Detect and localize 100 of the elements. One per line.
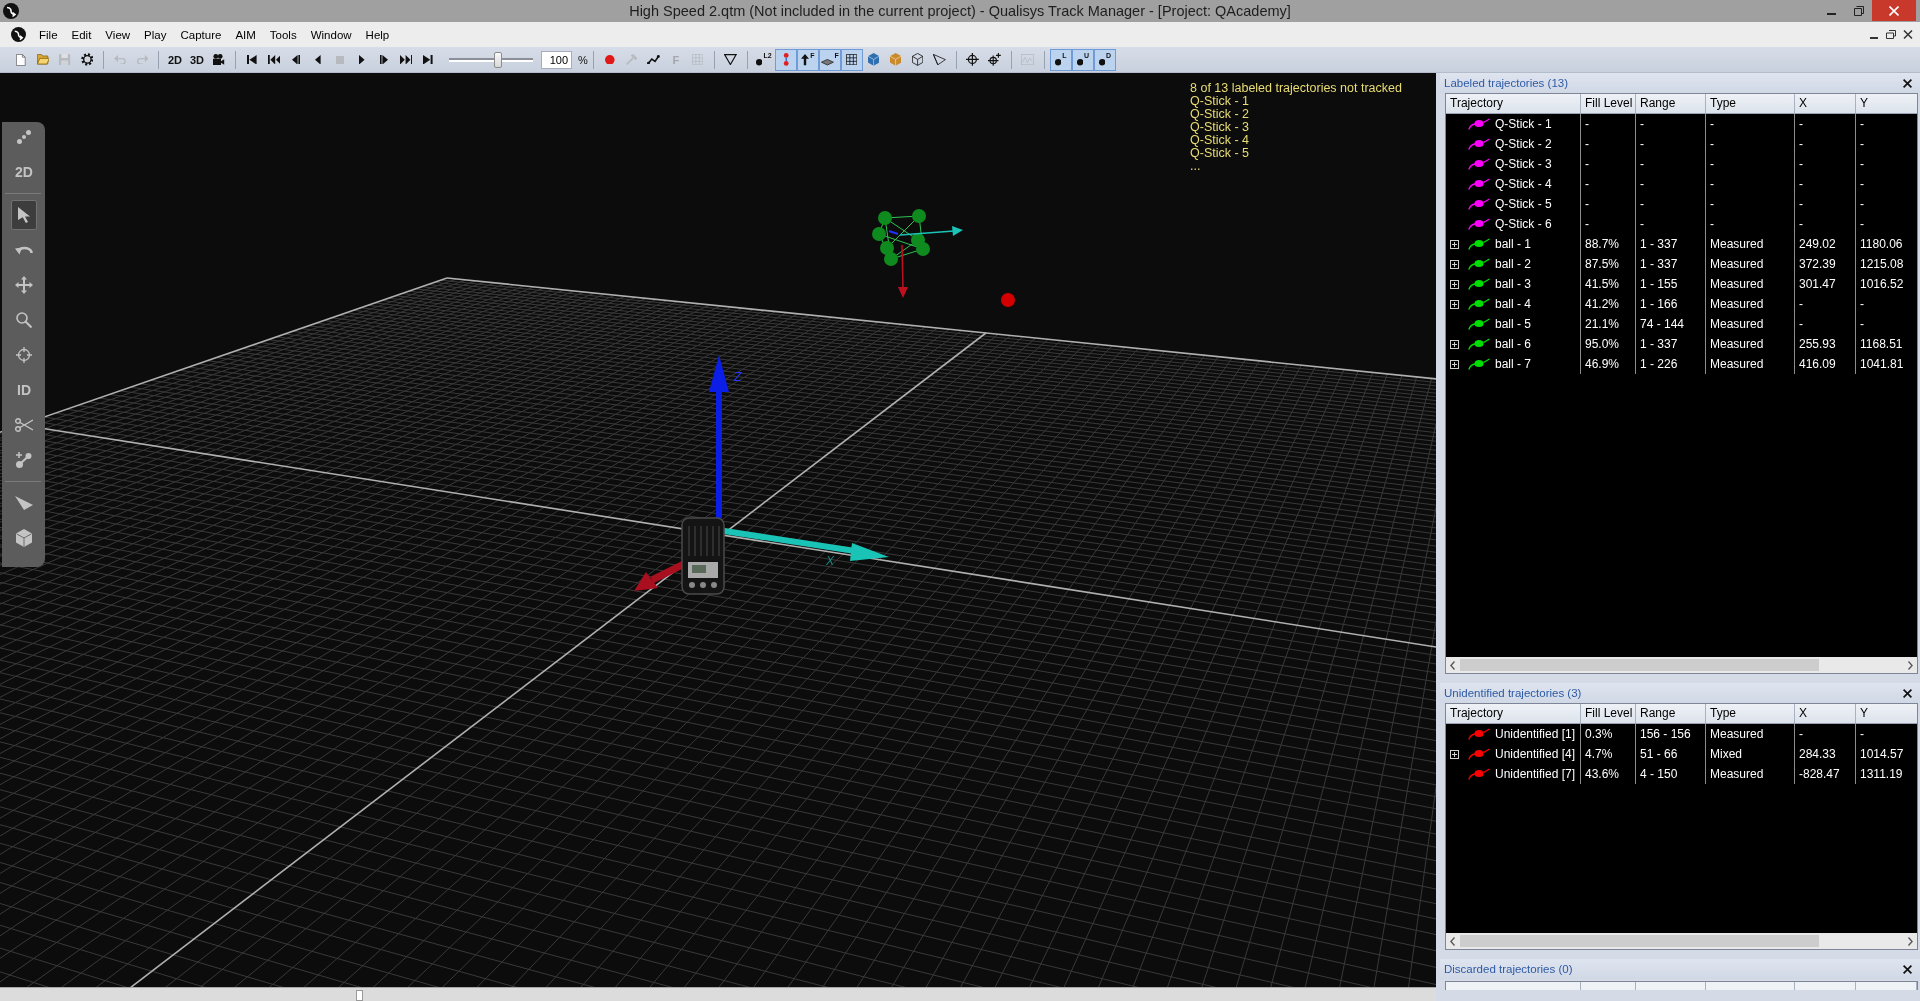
close-button[interactable] [1901, 686, 1914, 700]
column-header[interactable]: Y [1856, 94, 1917, 113]
pointer-button[interactable] [11, 200, 37, 230]
column-header[interactable]: X [1795, 704, 1856, 723]
scrollbar-thumb[interactable] [1460, 935, 1819, 947]
trajectory-name[interactable]: ball - 1 [1495, 234, 1532, 254]
table-cell: Measured [1706, 724, 1795, 744]
table-cell: 416.09 [1795, 354, 1856, 374]
menu-item[interactable]: Play [137, 28, 174, 41]
trajectory-name[interactable]: ball - 7 [1495, 354, 1532, 374]
redo-icon [135, 54, 149, 65]
trajectory-name[interactable]: Q-Stick - 4 [1495, 174, 1552, 194]
trajectory-name[interactable]: Q-Stick - 3 [1495, 154, 1552, 174]
close-button[interactable] [1901, 962, 1914, 976]
scrollbar-thumb[interactable] [1460, 659, 1819, 671]
expand-icon[interactable] [1450, 259, 1459, 269]
column-header[interactable]: Type [1706, 704, 1795, 723]
column-header[interactable]: Range [1636, 704, 1706, 723]
trajectory-name[interactable]: Unidentified [7] [1495, 764, 1576, 784]
restore-icon [1853, 5, 1864, 16]
marker-icon [1001, 293, 1015, 307]
table-cell: 1 - 166 [1636, 294, 1706, 314]
toolbar-button[interactable]: 3D [186, 48, 208, 71]
table-cell: 1 - 337 [1636, 254, 1706, 274]
magnifier-icon [16, 312, 32, 328]
slider-thumb[interactable] [493, 51, 502, 68]
timeline-thumb[interactable] [356, 990, 363, 1001]
expand-icon[interactable] [1450, 279, 1459, 289]
scrollbar[interactable] [1446, 933, 1917, 949]
trajectory-name[interactable]: ball - 4 [1495, 294, 1532, 314]
table-cell: 87.5% [1581, 254, 1636, 274]
menu-item[interactable]: Window [303, 28, 359, 41]
speed-field[interactable]: 100 [541, 50, 572, 69]
column-header[interactable]: Fill Level [1581, 94, 1636, 113]
timeline-track[interactable] [0, 987, 1436, 1001]
table-cell: Measured [1706, 274, 1795, 294]
video-camera-icon [213, 53, 225, 66]
toolbar-button[interactable]: 2D [164, 48, 186, 71]
tool-button[interactable]: ID [11, 375, 37, 405]
column-header[interactable]: Trajectory [1446, 704, 1581, 723]
column-header[interactable]: X [1795, 94, 1856, 113]
table-cell-text: - [1859, 136, 1865, 153]
trajectory-name[interactable]: Unidentified [4] [1495, 744, 1576, 764]
grid-button[interactable] [840, 48, 863, 71]
expand-icon[interactable] [1450, 339, 1459, 349]
column-header[interactable]: Y [1856, 704, 1917, 723]
menu-item[interactable]: AIM [228, 28, 263, 41]
tool-button[interactable]: 2D [11, 157, 37, 187]
table-cell-text: - [1859, 156, 1865, 173]
trajectory-name[interactable]: Q-Stick - 1 [1495, 114, 1552, 134]
column-header[interactable]: Trajectory [1446, 94, 1581, 113]
menu-item[interactable]: Help [358, 28, 397, 41]
trajectory-name[interactable]: Q-Stick - 6 [1495, 214, 1552, 234]
marker-pair-button[interactable] [774, 48, 797, 71]
menu-item[interactable]: View [98, 28, 138, 41]
table-cell: Mixed [1706, 744, 1795, 764]
expand-icon[interactable] [1450, 359, 1459, 369]
scrollbar[interactable] [1446, 657, 1917, 673]
close-icon [1903, 964, 1912, 974]
menu-item[interactable]: Capture [173, 28, 229, 41]
untracked-trajectory: Q-Stick - 3 [1190, 121, 1251, 134]
close-button[interactable] [1901, 76, 1914, 90]
table-cell: - [1795, 194, 1856, 214]
rotate-icon [15, 244, 33, 256]
cube-icon [868, 53, 880, 66]
table-cell: - [1581, 194, 1636, 214]
column-header[interactable]: Fill Level [1581, 704, 1636, 723]
trajectory-name[interactable]: Unidentified [1] [1495, 724, 1576, 744]
scroll-left-icon[interactable] [1450, 936, 1455, 946]
table-cell: - [1636, 114, 1706, 134]
close-icon [1902, 30, 1913, 39]
table-cell-text: - [1859, 116, 1865, 133]
scroll-left-icon[interactable] [1450, 660, 1455, 670]
plane-icon [820, 59, 834, 66]
menu-item[interactable]: Edit [64, 28, 99, 41]
expand-icon[interactable] [1450, 749, 1459, 759]
menu-item[interactable]: File [32, 28, 65, 41]
marker-pair-icon [782, 53, 789, 66]
trajectory-name[interactable]: ball - 6 [1495, 334, 1532, 354]
polyline-icon [647, 54, 661, 65]
trajectory-name[interactable]: ball - 3 [1495, 274, 1532, 294]
trajectory-name[interactable]: Q-Stick - 5 [1495, 194, 1552, 214]
trajectory-name[interactable]: Q-Stick - 2 [1495, 134, 1552, 154]
column-header[interactable]: Range [1636, 94, 1706, 113]
scroll-right-icon[interactable] [1908, 936, 1913, 946]
trajectory-name[interactable]: ball - 2 [1495, 254, 1532, 274]
scroll-right-icon[interactable] [1908, 660, 1913, 670]
trajectory-name[interactable]: ball - 5 [1495, 314, 1532, 334]
table-cell: - [1636, 134, 1706, 154]
panel-title: Unidentified trajectories (3) [1444, 687, 1582, 699]
table-cell: 255.93 [1795, 334, 1856, 354]
expand-icon[interactable] [1450, 239, 1459, 249]
column-header[interactable]: Type [1706, 94, 1795, 113]
table-cell: 4.7% [1581, 744, 1636, 764]
crosshair-plus-icon [988, 53, 1002, 66]
expand-icon[interactable] [1450, 299, 1459, 309]
grid-icon [692, 53, 704, 66]
menu-item[interactable]: Tools [262, 28, 304, 41]
table-cell: 51 - 66 [1636, 744, 1706, 764]
table-cell: Measured [1706, 254, 1795, 274]
